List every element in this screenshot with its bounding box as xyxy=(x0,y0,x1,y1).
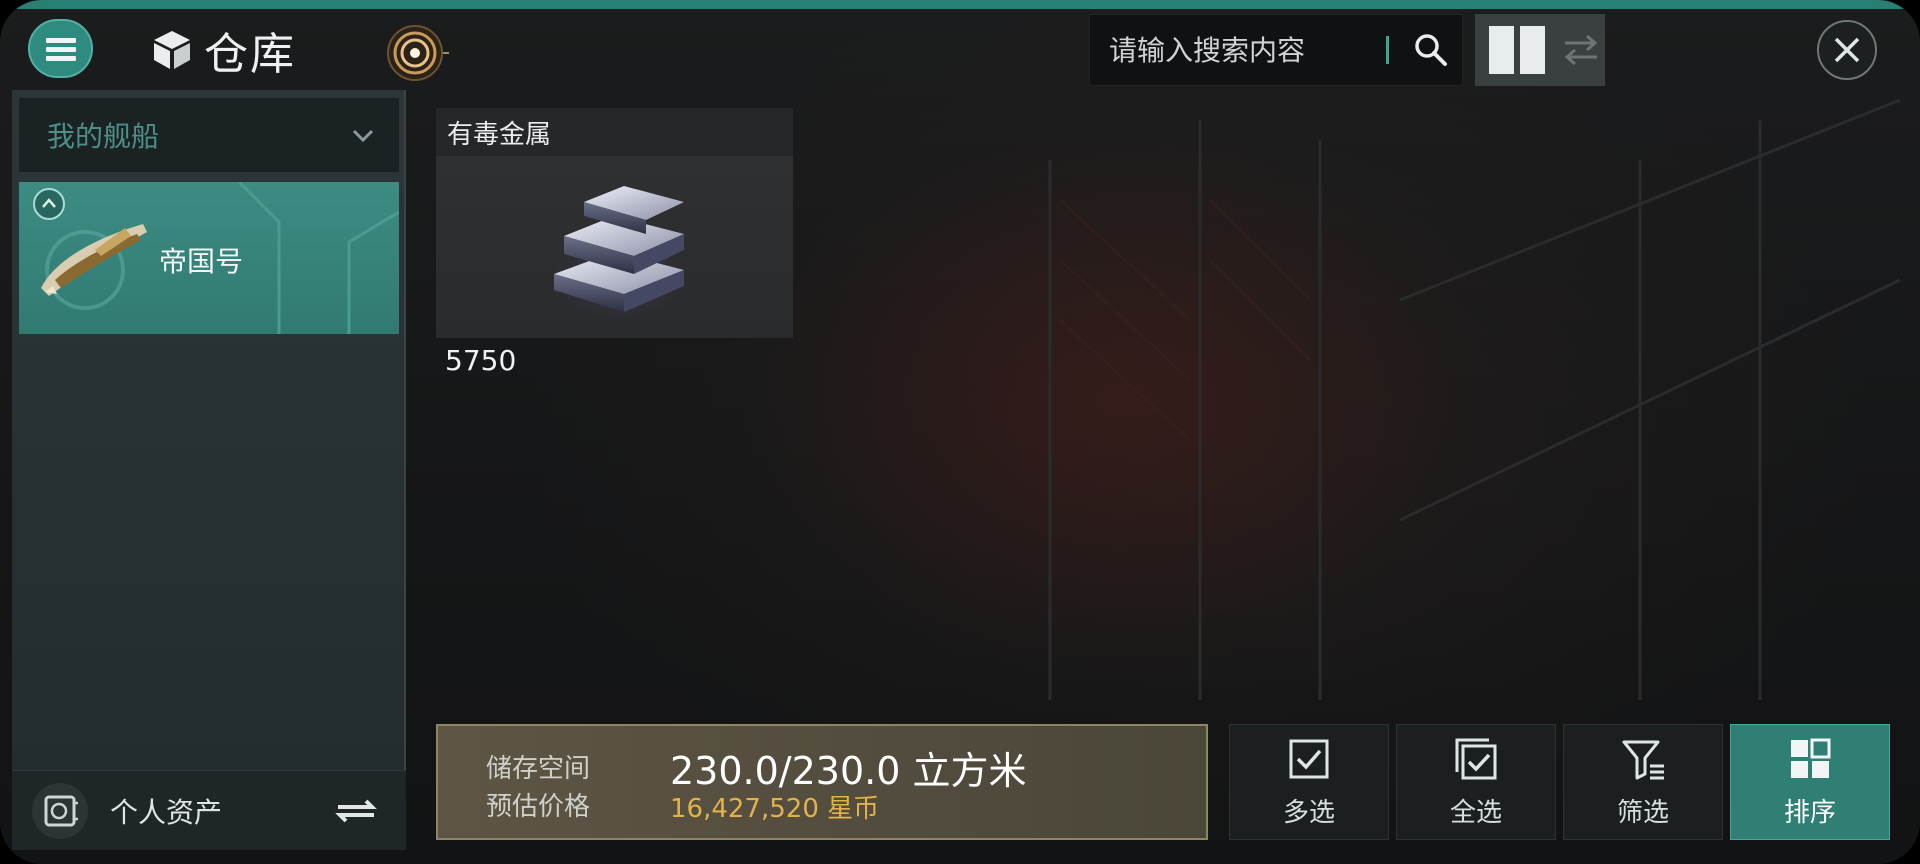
item-quantity: 5750 xyxy=(445,344,517,377)
switch-arrows-icon[interactable] xyxy=(332,795,380,827)
close-button[interactable] xyxy=(1817,20,1877,80)
checkbox-icon xyxy=(1289,739,1329,778)
storage-space-label: 储存空间 xyxy=(486,754,591,784)
search-bar xyxy=(1089,14,1463,86)
multi-select-button[interactable]: 多选 xyxy=(1229,724,1389,840)
estimated-price-label: 预估价格 xyxy=(486,792,591,822)
chevron-down-icon xyxy=(352,129,374,143)
ship-name: 帝国号 xyxy=(159,245,244,278)
page-header: 仓库 xyxy=(150,22,296,80)
sidebar: 我的舰船 帝国号 个人资产 xyxy=(12,90,406,850)
view-mode-toggle[interactable] xyxy=(1475,14,1605,86)
item-name-strip: 有毒金属 xyxy=(436,108,793,156)
filter-icon xyxy=(1622,740,1664,779)
dropdown-label: 我的舰船 xyxy=(47,120,160,153)
storage-space-value: 230.0/230.0 立方米 xyxy=(670,749,1027,793)
item-body: 5750 xyxy=(436,156,793,377)
grid-view-icon[interactable] xyxy=(1489,26,1545,74)
sort-grid-icon xyxy=(1791,738,1831,778)
metal-ingot-image xyxy=(539,186,699,319)
estimated-price-value: 16,427,520 星币 xyxy=(670,794,880,824)
warehouse-cube-icon xyxy=(154,31,190,69)
warehouse-screen: 仓库 我的舰船 xyxy=(0,0,1920,864)
list-swap-icon[interactable] xyxy=(1561,30,1601,70)
storage-info-panel: 储存空间 预估价格 230.0/230.0 立方米 16,427,520 星币 xyxy=(436,724,1208,840)
ship-image xyxy=(41,224,147,310)
ship-category-dropdown[interactable]: 我的舰船 xyxy=(19,98,399,172)
personal-assets-label: 个人资产 xyxy=(110,795,223,829)
select-all-label: 全选 xyxy=(1449,797,1502,828)
select-all-button[interactable]: 全选 xyxy=(1396,724,1556,840)
sort-label: 排序 xyxy=(1783,797,1836,828)
top-accent-bar xyxy=(0,0,1920,9)
search-icon[interactable] xyxy=(1411,30,1451,70)
menu-button[interactable] xyxy=(28,19,93,78)
hamburger-icon xyxy=(45,37,76,61)
multi-checkbox-icon xyxy=(1455,738,1497,779)
personal-assets-bar[interactable]: 个人资产 xyxy=(12,770,406,850)
filter-button[interactable]: 筛选 xyxy=(1563,724,1723,840)
scanner-icon[interactable] xyxy=(383,20,453,86)
search-divider xyxy=(1386,36,1389,64)
search-input[interactable] xyxy=(1090,15,1380,85)
inventory-item-card[interactable]: 有毒金属 5750 xyxy=(436,108,793,377)
filter-label: 筛选 xyxy=(1616,797,1669,828)
ship-list-item[interactable]: 帝国号 xyxy=(19,182,399,334)
safe-icon xyxy=(32,782,88,839)
multi-select-label: 多选 xyxy=(1282,797,1335,828)
sort-button[interactable]: 排序 xyxy=(1730,724,1890,840)
item-name: 有毒金属 xyxy=(447,119,552,150)
close-icon xyxy=(1834,37,1860,63)
page-title: 仓库 xyxy=(204,29,296,80)
